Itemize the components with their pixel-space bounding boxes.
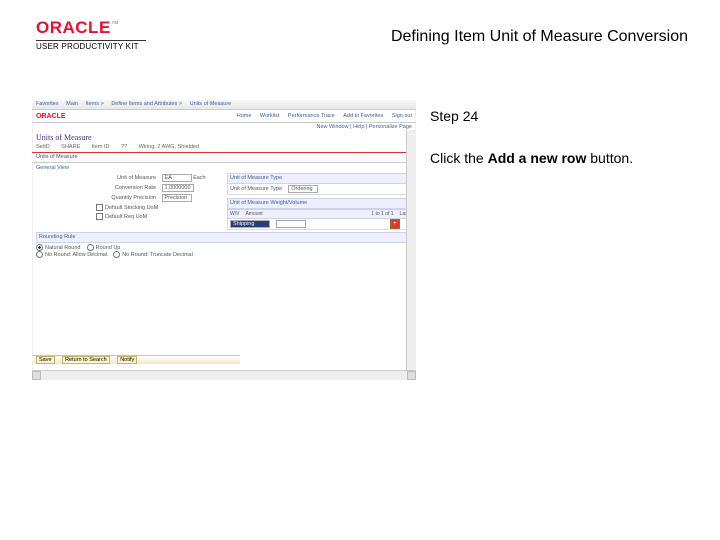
brand-mini: ORACLE xyxy=(36,113,66,120)
nav-item[interactable]: Items > xyxy=(86,101,104,107)
nav-item[interactable]: Favorites xyxy=(36,101,59,107)
tab-uom[interactable]: Units of Measure xyxy=(32,152,416,163)
link-signout[interactable]: Sign out xyxy=(392,113,412,119)
return-button[interactable]: Return to Search xyxy=(62,356,110,364)
wv-columns: W/V Amount 1 to 1 of 1 Last xyxy=(227,209,412,219)
wv-amount-input[interactable] xyxy=(276,220,306,228)
rounding-section: Rounding Rule Natural Round Round Up No … xyxy=(32,230,416,260)
conv-input[interactable]: 1.0000000 xyxy=(162,184,194,192)
link-perf[interactable]: Performance Trace xyxy=(288,113,335,119)
item-desc: Wiring, 2 AWG, Shielded xyxy=(139,144,199,150)
radio-up[interactable] xyxy=(87,244,94,251)
global-links: Home Worklist Performance Trace Add to F… xyxy=(230,113,412,119)
radio-nornd-dec-label: No Round: Allow Decimal xyxy=(45,252,107,258)
col-nav: 1 to 1 of 1 xyxy=(371,211,393,217)
uom-input[interactable]: EA xyxy=(162,174,192,182)
wv-row: Shipping + – xyxy=(227,219,412,230)
wv-select[interactable]: Shipping xyxy=(230,220,270,228)
conv-label: Conversion Rate xyxy=(96,185,156,191)
radio-natural[interactable] xyxy=(36,244,43,251)
save-button[interactable]: Save xyxy=(36,356,55,364)
itemid-label: Item ID xyxy=(92,144,110,150)
action-bar: Save Return to Search Notify xyxy=(32,355,240,364)
col-amt: Amount xyxy=(245,211,262,217)
qty-label: Quantity Precision xyxy=(96,195,156,201)
itemid-value: ?? xyxy=(121,144,127,150)
setid-label: SetID xyxy=(36,144,50,150)
cb-req[interactable] xyxy=(96,213,103,220)
instruction-text: Click the Add a new row button. xyxy=(430,150,700,166)
uom-hint: Each xyxy=(193,175,206,181)
trademark: ™ xyxy=(111,20,119,29)
rounding-hdr: Rounding Rule xyxy=(36,232,412,243)
vertical-scrollbar[interactable] xyxy=(406,130,416,371)
link-home[interactable]: Home xyxy=(237,113,252,119)
brand-text: ORACLE xyxy=(36,18,111,37)
instruction-post: button. xyxy=(586,150,633,166)
page-heading: Units of Measure xyxy=(32,131,416,144)
radio-nornd-trunc[interactable] xyxy=(113,251,120,258)
link-worklist[interactable]: Worklist xyxy=(260,113,279,119)
app-screenshot: Favorites Main Items > Define Items and … xyxy=(32,100,416,380)
nav-item[interactable]: Define Items and Attributes > xyxy=(111,101,182,107)
meta-row: SetID SHARE Item ID ?? Wiring, 2 AWG, Sh… xyxy=(32,144,416,152)
setid-value: SHARE xyxy=(61,144,80,150)
oracle-logo: ORACLE™ USER PRODUCTIVITY KIT xyxy=(36,18,146,51)
page-title: Defining Item Unit of Measure Conversion xyxy=(391,28,688,46)
instruction-pre: Click the xyxy=(430,150,488,166)
step-number: Step 24 xyxy=(430,108,700,124)
radio-nornd-trunc-label: No Round: Truncate Decimal xyxy=(122,252,193,258)
product-name: USER PRODUCTIVITY KIT xyxy=(36,40,146,51)
brand-row: ORACLE Home Worklist Performance Trace A… xyxy=(32,110,416,123)
uom-type-label: Unit of Measure Type xyxy=(230,186,282,192)
qty-input[interactable]: Precision xyxy=(162,194,192,202)
cb-req-label: Default Req UoM xyxy=(105,214,147,220)
horizontal-scrollbar[interactable] xyxy=(32,370,416,380)
notify-button[interactable]: Notify xyxy=(117,356,137,364)
link-fav[interactable]: Add to Favorites xyxy=(343,113,383,119)
uom-label: Unit of Measure xyxy=(96,175,156,181)
form-right: Unit of Measure Type Unit of Measure Typ… xyxy=(227,173,412,230)
cb-stocking-label: Default Stocking UoM xyxy=(105,205,158,211)
nav-item[interactable]: Units of Measure xyxy=(190,101,232,107)
form-left: Unit of Measure EA Each Conversion Rate … xyxy=(36,173,221,230)
uom-type-hdr: Unit of Measure Type xyxy=(227,173,412,184)
add-row-button[interactable]: + xyxy=(390,219,400,229)
instruction-panel: Step 24 Click the Add a new row button. xyxy=(430,108,700,166)
cb-stocking[interactable] xyxy=(96,204,103,211)
nav-item[interactable]: Main xyxy=(66,101,78,107)
uom-type-row: Unit of Measure Type Ordering xyxy=(227,184,412,195)
section-general: General View xyxy=(32,163,416,173)
uom-type-select[interactable]: Ordering xyxy=(288,185,318,193)
top-nav: Favorites Main Items > Define Items and … xyxy=(32,100,416,110)
col-wv: W/V xyxy=(230,211,239,217)
instruction-bold: Add a new row xyxy=(488,150,587,166)
wv-hdr: Unit of Measure Weight/Volume xyxy=(227,198,412,209)
window-links[interactable]: New Window | Help | Personalize Page xyxy=(32,123,416,131)
radio-nornd-dec[interactable] xyxy=(36,251,43,258)
